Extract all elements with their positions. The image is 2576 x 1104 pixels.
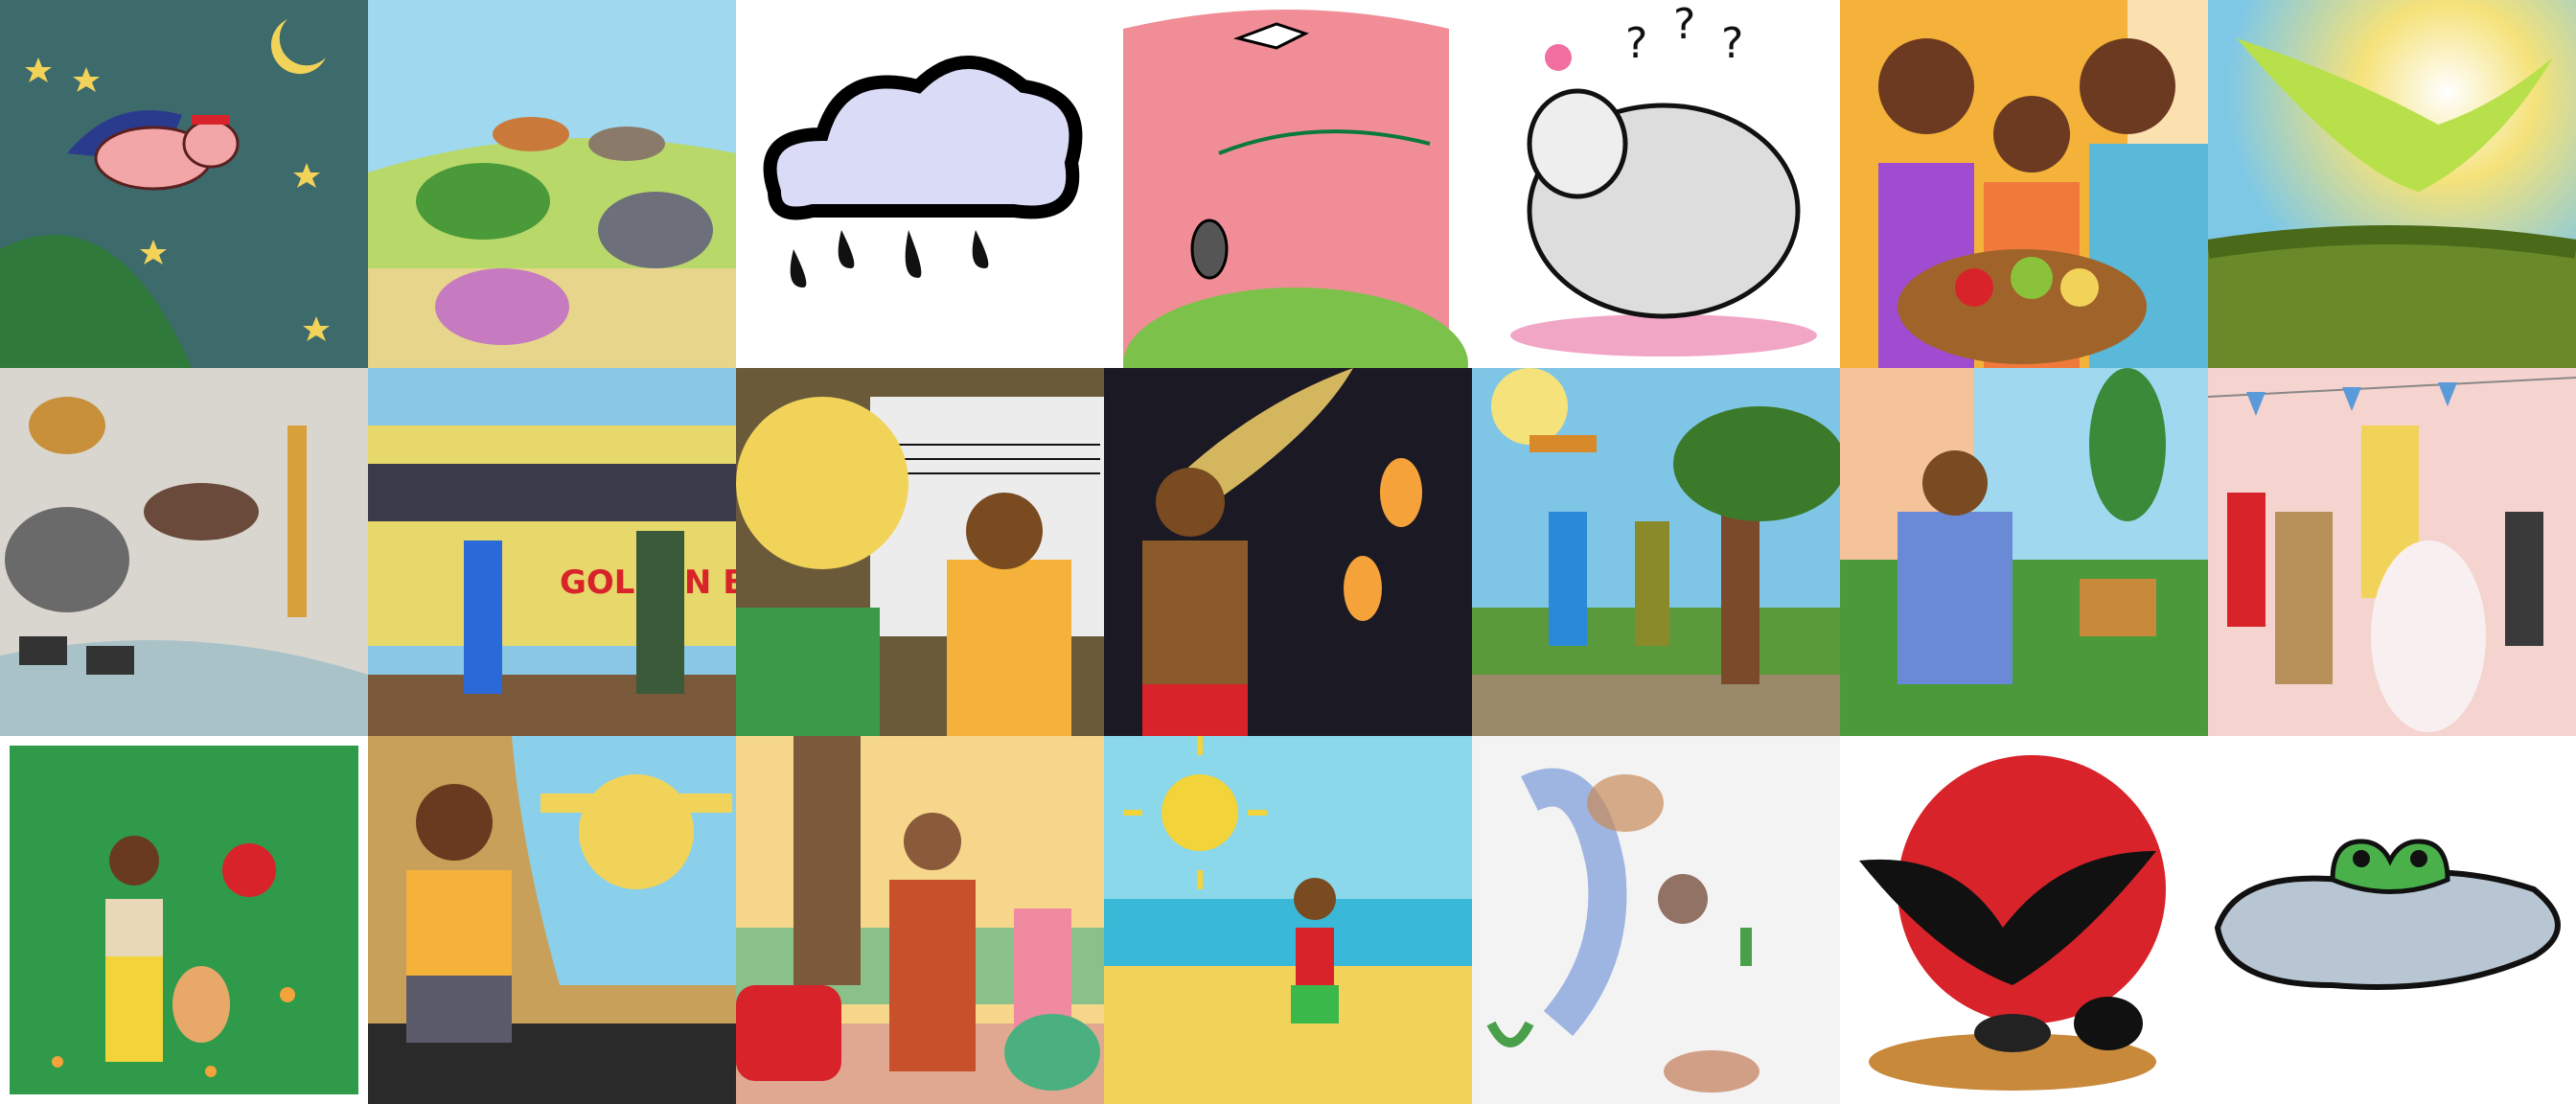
tile-fire-dancer[interactable] [1104, 368, 1472, 736]
tile-boy-dog-ball[interactable] [0, 736, 368, 1104]
tile-woman-in-garden[interactable] [1840, 368, 2208, 736]
tile-people-under-tree[interactable] [1472, 368, 1840, 736]
tile-women-with-bags[interactable] [736, 736, 1104, 1104]
tile-flying-cow-night[interactable] [0, 0, 368, 368]
tile-green-bird-sun[interactable] [2208, 0, 2576, 368]
svg-text:?: ? [1673, 0, 1695, 49]
tile-boy-reading-airplane[interactable] [368, 736, 736, 1104]
illustration-grid: ??? GOLDEN B [0, 0, 2576, 1104]
tile-girl-beach-icecream[interactable] [1104, 736, 1472, 1104]
tile-rain-cloud[interactable] [736, 0, 1104, 368]
svg-text:?: ? [1721, 19, 1743, 68]
tile-music-classroom[interactable] [736, 368, 1104, 736]
tile-antelopes-and-pig[interactable] [368, 0, 736, 368]
tile-bird-and-ant[interactable] [1104, 0, 1472, 368]
tile-children-fruit-basket[interactable] [1840, 0, 2208, 368]
tile-wedding-family[interactable] [2208, 368, 2576, 736]
tile-crocodile-in-pond[interactable] [2208, 736, 2576, 1104]
tile-bus-station[interactable]: GOLDEN B [368, 368, 736, 736]
tile-confused-elephant[interactable]: ??? [1472, 0, 1840, 368]
tile-woman-and-hare-sketch[interactable] [1472, 736, 1840, 1104]
tile-eagle-and-hen[interactable] [1840, 736, 2208, 1104]
tile-savanna-animals[interactable] [0, 368, 368, 736]
svg-text:?: ? [1625, 19, 1647, 68]
